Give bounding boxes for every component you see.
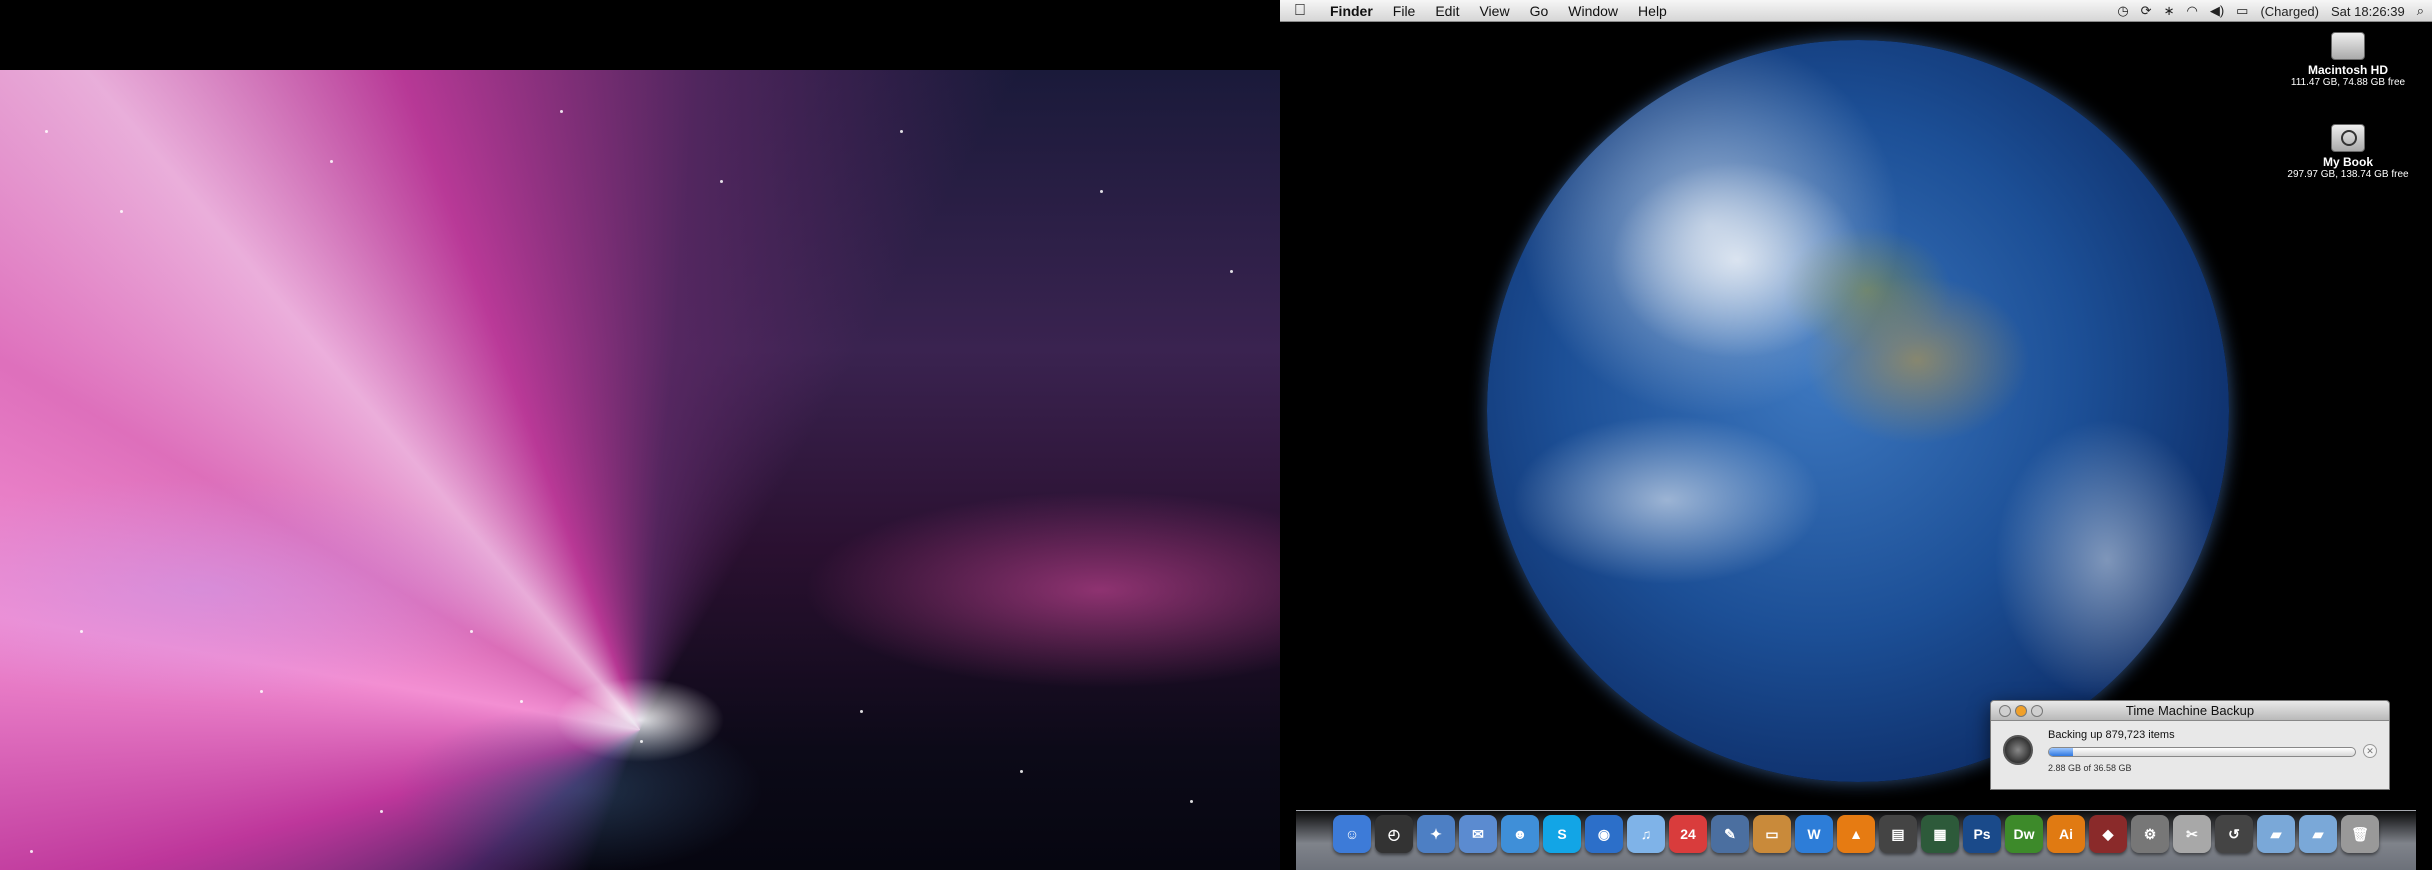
utility-blue-icon[interactable]: W	[1795, 815, 1833, 853]
dreamweaver-icon[interactable]: Dw	[2005, 815, 2043, 853]
ichat-contacts-icon[interactable]: ☻	[1501, 815, 1539, 853]
menu-clock[interactable]: Sat 18:26:39	[2331, 4, 2405, 19]
time-machine-icon[interactable]: ↺	[2215, 815, 2253, 853]
documents-folder-icon[interactable]: ▰	[2299, 815, 2337, 853]
volume-icon[interactable]: ◀)	[2210, 3, 2224, 19]
star	[80, 630, 83, 633]
itunes-icon[interactable]: ♫	[1627, 815, 1665, 853]
desktop-icon-subtitle: 297.97 GB, 138.74 GB free	[2287, 169, 2409, 180]
star	[260, 690, 263, 693]
star	[860, 710, 863, 713]
sync-icon[interactable]: ⟳	[2141, 3, 2152, 19]
menu-view[interactable]: View	[1469, 3, 1519, 19]
applications-folder-icon[interactable]: ▰	[2257, 815, 2295, 853]
star	[720, 180, 723, 183]
desktop-icon-my-book[interactable]: My Book 297.97 GB, 138.74 GB free	[2283, 124, 2413, 180]
desktop-icon-title: My Book	[2322, 155, 2373, 169]
star	[520, 700, 523, 703]
desktop-icon-subtitle: 111.47 GB, 74.88 GB free	[2290, 77, 2406, 88]
script-icon[interactable]: ✂	[2173, 815, 2211, 853]
star	[1230, 270, 1233, 273]
presentation-icon[interactable]: ▭	[1753, 815, 1791, 853]
menu-extras: ◷ ⟳ ∗ ◠ ◀) ▭ (Charged) Sat 18:26:39 ⌕	[2117, 0, 2424, 22]
time-machine-icon[interactable]: ◷	[2117, 3, 2128, 19]
star	[900, 130, 903, 133]
vlc-icon[interactable]: ▲	[1837, 815, 1875, 853]
earth-wallpaper	[1487, 40, 2229, 782]
menu-go[interactable]: Go	[1520, 3, 1559, 19]
window-titlebar[interactable]: Time Machine Backup	[1991, 701, 2389, 721]
star	[1100, 190, 1103, 193]
window-body: Backing up 879,723 items ✕ 2.88 GB of 36…	[1991, 721, 2389, 791]
ichat-icon[interactable]: ◉	[1585, 815, 1623, 853]
safari-icon[interactable]: ✦	[1417, 815, 1455, 853]
desktop-icon-title: Macintosh HD	[2307, 63, 2388, 77]
star	[640, 740, 643, 743]
star	[30, 850, 33, 853]
bluetooth-icon[interactable]: ∗	[2164, 3, 2175, 19]
window-title: Time Machine Backup	[2125, 703, 2255, 718]
star	[380, 810, 383, 813]
dock-items: ☺ ◴ ✦ ✉ ☻ S ◉ ♫ 24 ✎ ▭ W ▲ ▤ ▦ Ps Dw Ai ◆ ⚙ ✂ ↺ ▰ ▰ 🗑	[1296, 815, 2416, 853]
spotlight-icon[interactable]: ⌕	[2417, 3, 2424, 19]
time-machine-drive-icon	[2331, 124, 2365, 152]
star	[470, 630, 473, 633]
star	[120, 210, 123, 213]
movie-editor-icon[interactable]: ▦	[1921, 815, 1959, 853]
wifi-icon[interactable]: ◠	[2186, 3, 2197, 19]
dashboard-icon[interactable]: ◴	[1375, 815, 1413, 853]
battery-icon[interactable]: ▭	[2236, 3, 2248, 19]
close-button[interactable]	[1999, 705, 2011, 717]
illustrator-icon[interactable]: Ai	[2047, 815, 2085, 853]
menu-app-name[interactable]: Finder	[1320, 3, 1383, 19]
star	[1020, 770, 1023, 773]
left-monitor-wallpaper	[0, 70, 1280, 870]
desktop-icon-macintosh-hd[interactable]: Macintosh HD 111.47 GB, 74.88 GB free	[2283, 32, 2413, 88]
star	[560, 110, 563, 113]
time-machine-icon	[2003, 735, 2033, 765]
pen-tool-icon[interactable]: ✎	[1711, 815, 1749, 853]
hard-drive-icon	[2331, 32, 2365, 60]
clapperboard-icon[interactable]: ▤	[1879, 815, 1917, 853]
ical-icon[interactable]: 24	[1669, 815, 1707, 853]
menu-help[interactable]: Help	[1628, 3, 1677, 19]
star	[1190, 800, 1193, 803]
desktop-root:  Finder File Edit View Go Window Help ◷…	[0, 0, 2432, 870]
right-monitor:  Finder File Edit View Go Window Help ◷…	[1280, 0, 2432, 870]
app-red-icon[interactable]: ◆	[2089, 815, 2127, 853]
dock: ☺ ◴ ✦ ✉ ☻ S ◉ ♫ 24 ✎ ▭ W ▲ ▤ ▦ Ps Dw Ai ◆ ⚙ ✂ ↺ ▰ ▰ 🗑	[1296, 810, 2416, 870]
cancel-backup-button[interactable]: ✕	[2363, 744, 2377, 758]
battery-status-text[interactable]: (Charged)	[2260, 4, 2319, 19]
skype-icon[interactable]: S	[1543, 815, 1581, 853]
star	[330, 160, 333, 163]
minimize-button[interactable]	[2015, 705, 2027, 717]
trash-icon[interactable]: 🗑	[2341, 815, 2379, 853]
menu-bar:  Finder File Edit View Go Window Help ◷…	[1280, 0, 2432, 22]
zoom-button[interactable]	[2031, 705, 2043, 717]
backup-detail-text: 2.88 GB of 36.58 GB	[2048, 763, 2132, 773]
photoshop-icon[interactable]: Ps	[1963, 815, 2001, 853]
time-machine-window: Time Machine Backup Backing up 879,723 i…	[1990, 700, 2390, 790]
apple-icon[interactable]: 	[1280, 2, 1320, 20]
backup-status-text: Backing up 879,723 items	[2048, 729, 2175, 741]
menu-file[interactable]: File	[1383, 3, 1426, 19]
star	[45, 130, 48, 133]
finder-icon[interactable]: ☺	[1333, 815, 1371, 853]
backup-progress-fill	[2049, 748, 2074, 756]
menu-window[interactable]: Window	[1558, 3, 1628, 19]
system-preferences-icon[interactable]: ⚙	[2131, 815, 2169, 853]
mail-icon[interactable]: ✉	[1459, 815, 1497, 853]
backup-progress-bar	[2048, 747, 2356, 757]
menu-edit[interactable]: Edit	[1425, 3, 1469, 19]
